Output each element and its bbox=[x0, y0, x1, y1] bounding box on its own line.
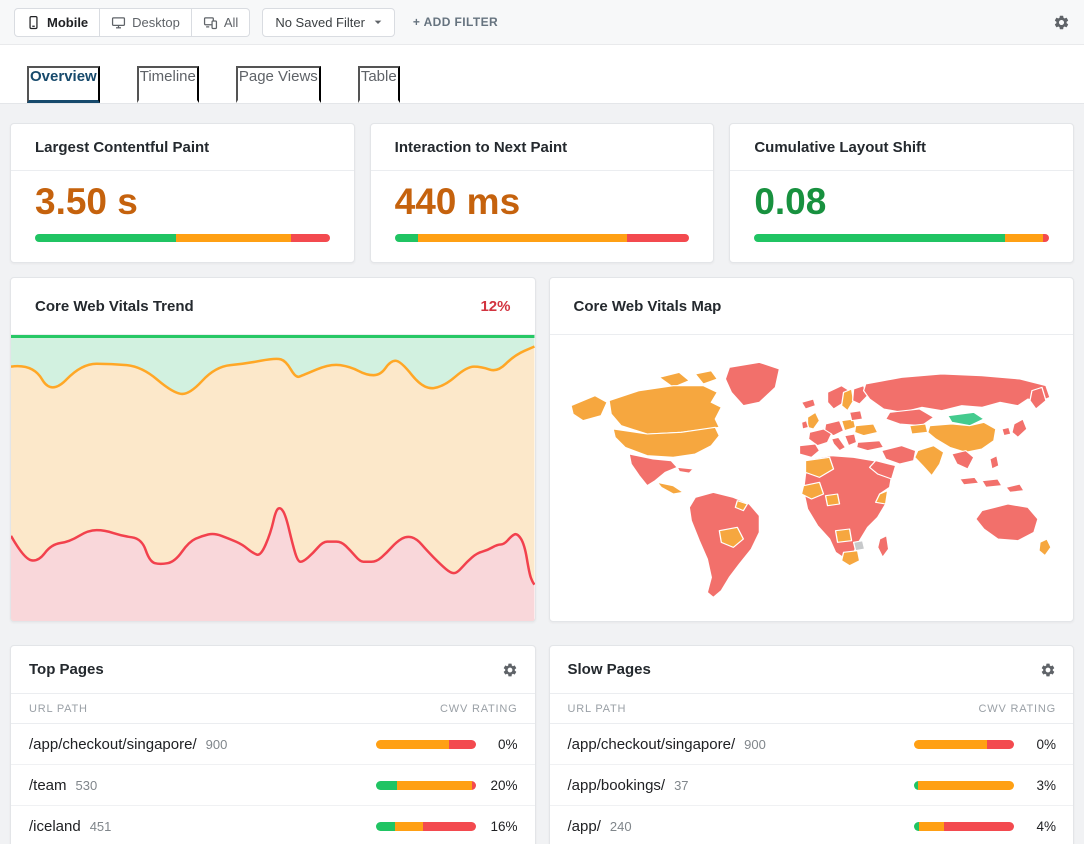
column-header-url-path: URL PATH bbox=[29, 702, 88, 715]
top-pages-settings-button[interactable] bbox=[502, 662, 518, 678]
slow-pages-card: Slow Pages URL PATH CWV RATING /app/chec… bbox=[548, 645, 1074, 844]
device-toggle-desktop[interactable]: Desktop bbox=[100, 7, 192, 37]
page-count: 900 bbox=[744, 736, 766, 752]
cwv-map-container bbox=[550, 335, 1074, 621]
top-pages-title: Top Pages bbox=[29, 661, 104, 678]
table-row[interactable]: /app/bookings/ 37 3% bbox=[549, 765, 1073, 806]
cwv-trend-chart[interactable] bbox=[11, 335, 535, 621]
metric-value: 0.08 bbox=[754, 181, 827, 222]
device-toggle-mobile[interactable]: Mobile bbox=[14, 7, 101, 37]
add-filter-button[interactable]: + ADD FILTER bbox=[413, 15, 498, 29]
device-toggle-all[interactable]: All bbox=[191, 7, 251, 37]
gear-icon bbox=[503, 663, 516, 676]
view-tabs: Overview Timeline Page Views Table bbox=[0, 45, 1084, 104]
metric-title: Interaction to Next Paint bbox=[370, 124, 714, 171]
rating-distribution-bar bbox=[394, 234, 690, 242]
toolbar-settings-button[interactable] bbox=[1053, 14, 1070, 31]
tab-timeline[interactable]: Timeline bbox=[136, 66, 199, 103]
caret-down-icon bbox=[374, 20, 382, 24]
rating-distribution-bar bbox=[375, 821, 476, 831]
slow-pages-title: Slow Pages bbox=[567, 661, 651, 678]
monitor-icon bbox=[112, 16, 126, 28]
page-path[interactable]: /app/checkout/singapore/ bbox=[29, 736, 197, 753]
cwv-rating-value: 16% bbox=[490, 818, 518, 834]
metric-title: Largest Contentful Paint bbox=[11, 124, 354, 171]
table-row[interactable]: /app/checkout/singapore/ 900 0% bbox=[549, 724, 1073, 765]
top-toolbar: Mobile Desktop All No Saved Filter + ADD… bbox=[0, 0, 1084, 45]
top-pages-card: Top Pages URL PATH CWV RATING /app/check… bbox=[10, 645, 536, 844]
rating-distribution-bar bbox=[914, 739, 1014, 749]
table-row[interactable]: /iceland 451 16% bbox=[11, 806, 535, 844]
gear-icon bbox=[1054, 15, 1069, 29]
page-count: 240 bbox=[609, 818, 632, 834]
saved-filter-dropdown[interactable]: No Saved Filter bbox=[262, 7, 395, 37]
table-row[interactable]: /app/ 240 4% bbox=[550, 806, 1074, 844]
metric-title: Cumulative Layout Shift bbox=[730, 124, 1073, 171]
cwv-rating-value: 20% bbox=[490, 777, 518, 793]
device-toggle: Mobile Desktop All bbox=[14, 7, 251, 37]
page-path[interactable]: /iceland bbox=[29, 818, 81, 835]
map-panel-title: Core Web Vitals Map bbox=[573, 297, 722, 315]
trend-panel-title: Core Web Vitals Trend bbox=[35, 297, 194, 315]
metric-card-cls: Cumulative Layout Shift 0.08 bbox=[729, 123, 1074, 263]
metric-card-lcp: Largest Contentful Paint 3.50 s bbox=[10, 123, 355, 263]
rating-distribution-bar bbox=[914, 821, 1014, 831]
trend-change-badge: 12% bbox=[480, 297, 511, 315]
phone-icon bbox=[29, 15, 38, 29]
page-count: 900 bbox=[205, 736, 228, 752]
rating-distribution-bar bbox=[914, 780, 1014, 790]
rating-distribution-bar bbox=[375, 780, 476, 790]
world-map[interactable] bbox=[561, 354, 1062, 604]
cwv-rating-value: 0% bbox=[1036, 736, 1056, 752]
dashboard-content: Largest Contentful Paint 3.50 s Interact… bbox=[0, 104, 1084, 844]
table-row[interactable]: /app/checkout/singapore/ 900 0% bbox=[11, 724, 535, 765]
devices-icon bbox=[203, 16, 217, 29]
rating-distribution-bar bbox=[754, 234, 1049, 242]
device-toggle-desktop-label: Desktop bbox=[132, 14, 180, 30]
device-toggle-mobile-label: Mobile bbox=[47, 14, 89, 30]
page-path[interactable]: /app/ bbox=[568, 818, 601, 835]
rating-distribution-bar bbox=[375, 739, 476, 749]
cwv-rating-value: 0% bbox=[497, 736, 518, 752]
page-count: 451 bbox=[89, 818, 112, 834]
page-count: 37 bbox=[674, 777, 689, 793]
rating-distribution-bar bbox=[35, 234, 330, 242]
page-path[interactable]: /app/bookings/ bbox=[568, 777, 666, 794]
column-header-cwv-rating: CWV RATING bbox=[440, 702, 518, 715]
saved-filter-label: No Saved Filter bbox=[275, 14, 365, 30]
trend-panel: Core Web Vitals Trend 12% bbox=[10, 277, 536, 622]
metric-value: 440 ms bbox=[394, 181, 521, 222]
gear-icon bbox=[1041, 663, 1055, 676]
metric-card-inp: Interaction to Next Paint 440 ms bbox=[369, 123, 715, 263]
trend-area-chart bbox=[11, 335, 535, 621]
tab-table[interactable]: Table bbox=[357, 66, 400, 103]
cwv-rating-value: 4% bbox=[1036, 818, 1056, 834]
table-row[interactable]: /team 530 20% bbox=[11, 765, 535, 806]
metric-value: 3.50 s bbox=[35, 181, 138, 222]
column-header-cwv-rating: CWV RATING bbox=[978, 702, 1056, 715]
map-panel: Core Web Vitals Map bbox=[548, 277, 1074, 622]
cwv-rating-value: 3% bbox=[1036, 777, 1056, 793]
page-path[interactable]: /team bbox=[29, 777, 67, 794]
column-header-url-path: URL PATH bbox=[567, 702, 627, 715]
tab-page-views[interactable]: Page Views bbox=[235, 66, 321, 103]
page-count: 530 bbox=[75, 777, 98, 793]
tab-overview[interactable]: Overview bbox=[27, 66, 100, 103]
device-toggle-all-label: All bbox=[223, 14, 239, 30]
slow-pages-settings-button[interactable] bbox=[1040, 662, 1056, 678]
page-path[interactable]: /app/checkout/singapore/ bbox=[568, 736, 736, 753]
